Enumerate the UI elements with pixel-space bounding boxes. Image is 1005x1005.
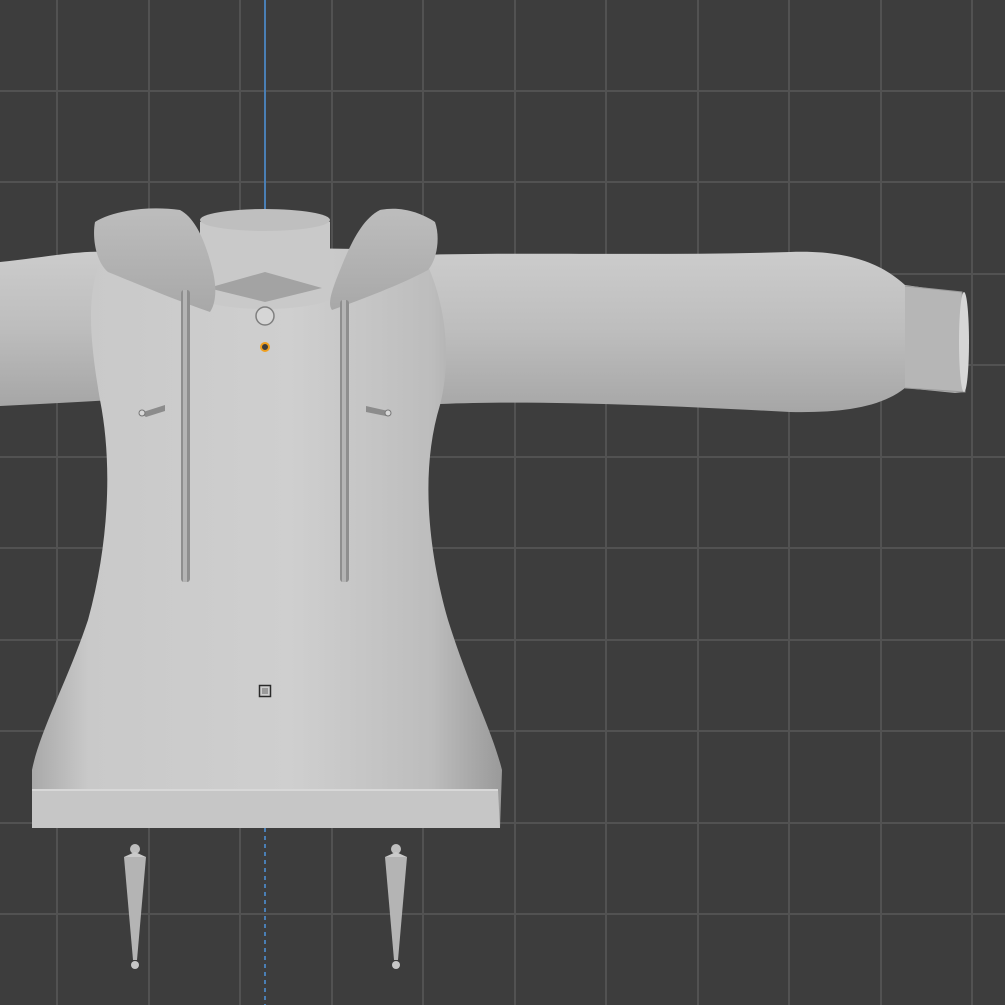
sleeve-cuff bbox=[904, 285, 966, 393]
sleeve-cuff-opening bbox=[959, 292, 969, 392]
hoodie-hem-band bbox=[32, 790, 500, 828]
drawstring-left[interactable] bbox=[181, 290, 190, 582]
origin-square-fill bbox=[262, 688, 268, 694]
active-origin-point[interactable] bbox=[260, 342, 270, 352]
bone-head-dot bbox=[138, 409, 146, 417]
neck-rim bbox=[200, 209, 330, 231]
drawstring-right[interactable] bbox=[340, 300, 349, 582]
viewport-canvas[interactable] bbox=[0, 0, 1005, 1005]
hoodie-right-sleeve[interactable] bbox=[420, 251, 965, 413]
3d-viewport[interactable] bbox=[0, 0, 1005, 1005]
bone-head-dot bbox=[384, 409, 392, 417]
neck-joint-sphere[interactable] bbox=[255, 306, 275, 326]
